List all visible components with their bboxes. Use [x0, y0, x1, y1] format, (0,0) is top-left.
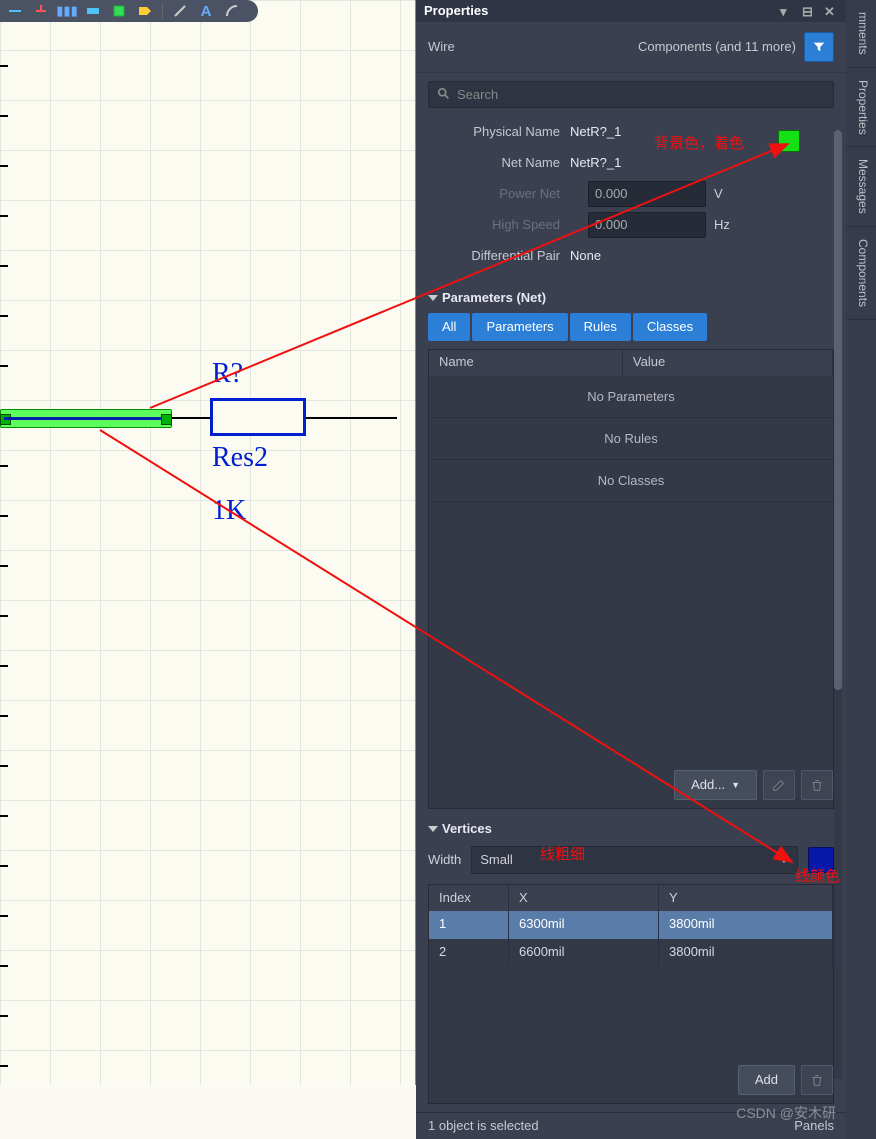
close-icon[interactable]: ✕ — [824, 4, 838, 18]
col-value[interactable]: Value — [623, 350, 833, 376]
selected-wire[interactable] — [0, 409, 172, 428]
side-tabs: mments Properties Messages Components — [846, 0, 876, 1139]
high-speed-unit: Hz — [714, 217, 730, 232]
no-parameters-msg: No Parameters — [429, 376, 833, 418]
diff-pair-label: Differential Pair — [430, 248, 570, 263]
power-net-input[interactable] — [588, 181, 706, 207]
vertex-row[interactable]: 26600mil3800mil — [429, 939, 833, 967]
net-name-label: Net Name — [430, 155, 570, 170]
selection-status: 1 object is selected — [428, 1118, 539, 1133]
width-label: Width — [428, 852, 461, 867]
search-input[interactable]: Search — [428, 81, 834, 108]
line-color-swatch[interactable] — [808, 847, 834, 873]
dropdown-icon[interactable]: ▾ — [780, 4, 794, 18]
pin-icon[interactable]: ⊟ — [802, 4, 816, 18]
filter-parameters-button[interactable]: Parameters — [472, 313, 567, 341]
object-type-label: Wire — [428, 39, 455, 54]
line-tool-icon[interactable] — [171, 2, 189, 20]
add-parameter-button[interactable]: Add...▼ — [674, 770, 757, 800]
delete-vertex-button[interactable] — [801, 1065, 833, 1095]
col-index[interactable]: Index — [429, 885, 509, 911]
no-rules-msg: No Rules — [429, 418, 833, 460]
filter-all-button[interactable]: All — [428, 313, 470, 341]
watermark: CSDN @安木研 — [736, 1103, 836, 1123]
filter-classes-button[interactable]: Classes — [633, 313, 707, 341]
filter-button[interactable] — [804, 32, 834, 62]
arc-tool-icon[interactable] — [223, 2, 241, 20]
wire-tool-icon[interactable] — [6, 2, 24, 20]
physical-name-value: NetR?_1 — [570, 124, 621, 139]
tab-messages[interactable]: Messages — [846, 147, 876, 227]
high-speed-label: High Speed — [430, 217, 570, 232]
high-speed-input[interactable] — [588, 212, 706, 238]
netlabel-tool-icon[interactable] — [84, 2, 102, 20]
search-icon — [437, 87, 451, 101]
value-text[interactable]: 1K — [212, 495, 246, 527]
add-vertex-button[interactable]: Add — [738, 1065, 795, 1095]
physical-name-label: Physical Name — [430, 124, 570, 139]
designator-text[interactable]: R? — [212, 358, 243, 390]
vertices-table: IndexXY 16300mil3800mil 26600mil3800mil … — [428, 884, 834, 1104]
power-net-label: Power Net — [430, 186, 570, 201]
filter-label: Components (and 11 more) — [638, 39, 796, 54]
tab-properties[interactable]: Properties — [846, 68, 876, 148]
diff-pair-value: None — [570, 248, 601, 263]
part-tool-icon[interactable] — [110, 2, 128, 20]
vertex-row[interactable]: 16300mil3800mil — [429, 911, 833, 939]
tab-comments[interactable]: mments — [846, 0, 876, 68]
text-tool-icon[interactable]: A — [197, 2, 215, 20]
properties-panel: Properties ▾ ⊟ ✕ Wire Components (and 11… — [416, 0, 846, 1139]
tab-components[interactable]: Components — [846, 227, 876, 320]
delete-parameter-button[interactable] — [801, 770, 833, 800]
vertices-section-header[interactable]: Vertices — [416, 813, 846, 840]
filter-rules-button[interactable]: Rules — [570, 313, 631, 341]
no-classes-msg: No Classes — [429, 460, 833, 502]
panel-header: Properties ▾ ⊟ ✕ — [416, 0, 846, 22]
parameters-table: NameValue No Parameters No Rules No Clas… — [428, 349, 834, 809]
col-x[interactable]: X — [509, 885, 659, 911]
power-net-unit: V — [714, 186, 723, 201]
port-tool-icon[interactable] — [136, 2, 154, 20]
background-color-swatch[interactable] — [778, 130, 800, 152]
edit-parameter-button[interactable] — [763, 770, 795, 800]
width-select[interactable]: Small — [471, 846, 798, 874]
parameters-section-header[interactable]: Parameters (Net) — [416, 282, 846, 309]
gnd-tool-icon[interactable] — [32, 2, 50, 20]
col-name[interactable]: Name — [429, 350, 623, 376]
comment-text[interactable]: Res2 — [212, 442, 268, 474]
net-name-value: NetR?_1 — [570, 155, 621, 170]
col-y[interactable]: Y — [659, 885, 833, 911]
resistor-body[interactable] — [210, 398, 306, 436]
schematic-canvas[interactable]: R? Res2 1K — [0, 0, 416, 1085]
bus-tool-icon[interactable]: ▮▮▮ — [58, 2, 76, 20]
place-toolbar: ▮▮▮ A — [0, 0, 258, 22]
panel-scrollbar[interactable] — [834, 130, 842, 1079]
panel-title: Properties — [424, 3, 488, 18]
